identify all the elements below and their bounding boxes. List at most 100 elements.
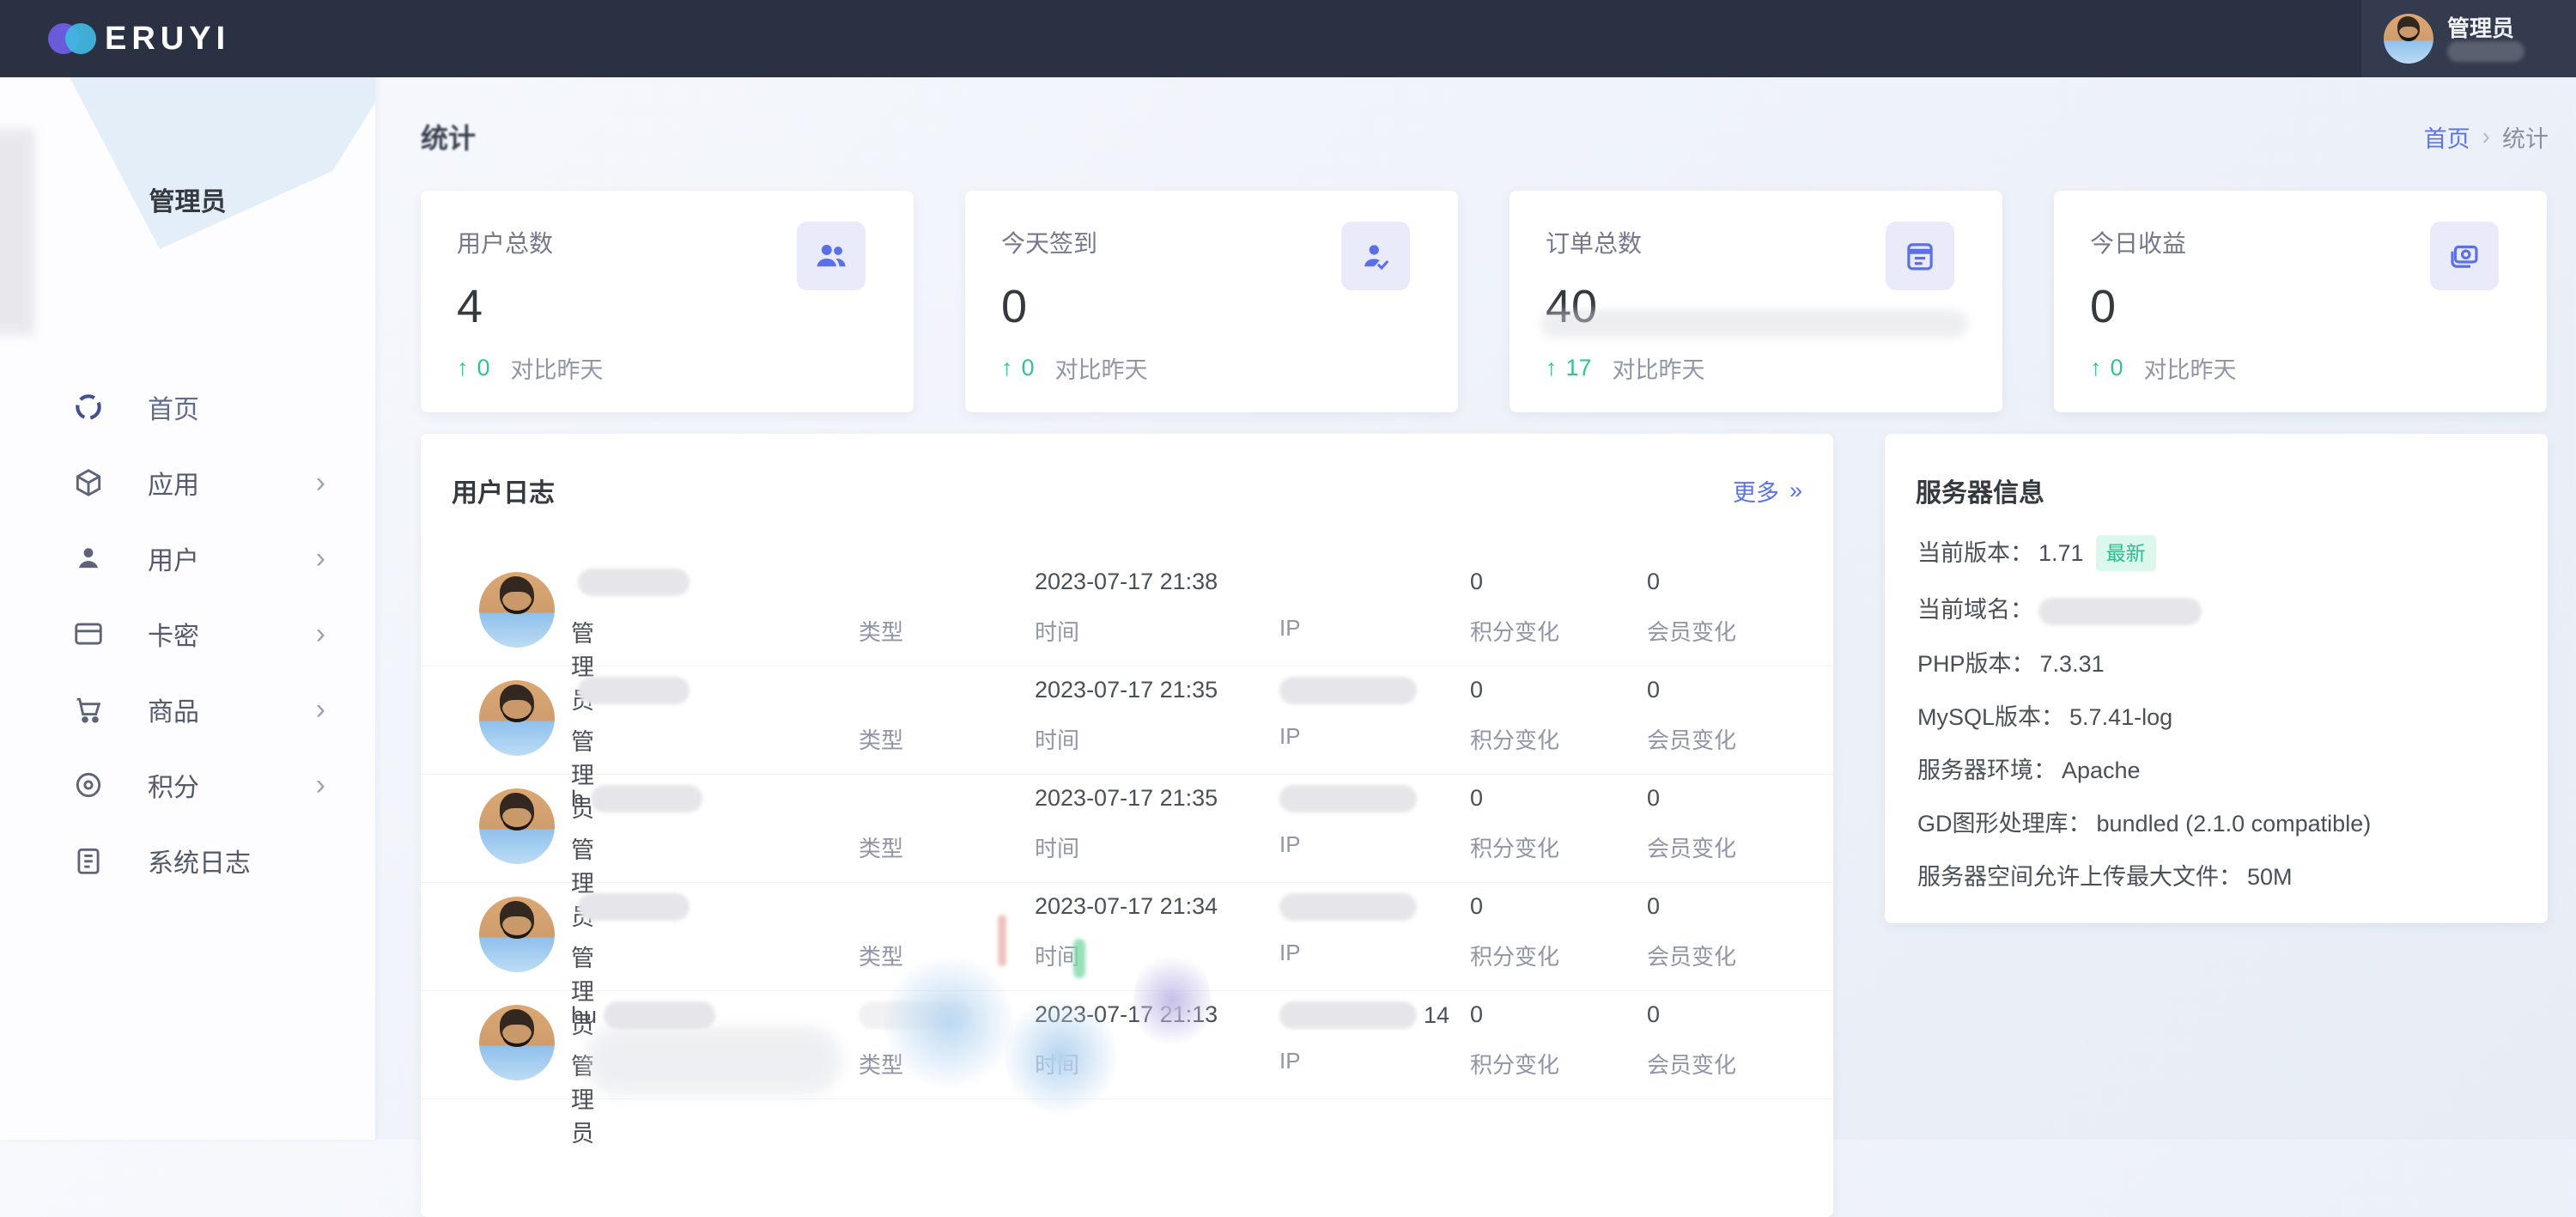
server-info-panel: 服务器信息 当前版本： 1.71 最新 当前域名： PHP版本： 7.3.31 … — [1885, 434, 2548, 923]
chevron-right-icon: › — [315, 693, 325, 726]
row-username-redacted — [571, 893, 690, 921]
ip-label: IP — [1279, 1048, 1301, 1074]
income-icon — [2430, 222, 2499, 290]
user-avatar — [2384, 14, 2433, 64]
row-role: 管理员 — [571, 1054, 594, 1147]
member-label: 会员变化 — [1647, 1052, 1737, 1078]
breadcrumb-home-link[interactable]: 首页 — [2424, 120, 2470, 154]
main-content: 统计 首页 › 统计 用户总数 4 ↑ 0 对比昨天 今天签到 0 ↑ 0 对比… — [375, 77, 2576, 1217]
chevron-right-icon: › — [315, 769, 325, 801]
row-ip-redacted — [1279, 785, 1417, 812]
points-label: 积分变化 — [1470, 944, 1560, 970]
row-points: 0 — [1470, 677, 1484, 703]
logo-circle-blue-icon — [65, 23, 96, 54]
sidebar-item-label: 商品 — [148, 698, 199, 727]
row-time: 2023-07-17 21:34 — [1035, 893, 1218, 919]
points-label: 积分变化 — [1470, 836, 1560, 861]
sidebar-item-label: 系统日志 — [148, 849, 251, 878]
sidebar-item-users[interactable]: 用户 › — [0, 520, 375, 596]
breadcrumb-current: 统计 — [2502, 125, 2549, 152]
member-label: 会员变化 — [1647, 727, 1737, 753]
sidebar-item-label: 首页 — [148, 396, 199, 424]
server-item-mysql: MySQL版本： 5.7.41-log — [1917, 703, 2173, 730]
server-item-version: 当前版本： 1.71 最新 — [1917, 535, 2517, 571]
row-username-redacted: hu — [571, 1001, 716, 1029]
user-log-panel: 用户日志 更多 » 管理员 类型 2023-07-17 21:38 时间 IP — [421, 434, 1833, 1217]
sidebar-watermark — [0, 77, 375, 361]
latest-badge: 最新 — [2095, 535, 2156, 571]
sidebar: 管理员 首页 应用 › 用户 › 卡密 › 商品 › 积分 › 系统日志 — [0, 77, 375, 1140]
time-label: 时间 — [1035, 619, 1080, 645]
member-label: 会员变化 — [1647, 944, 1737, 970]
time-label: 时间 — [1035, 944, 1080, 970]
row-points: 0 — [1470, 785, 1484, 811]
topbar-user-menu[interactable]: 管理员 — [2361, 0, 2576, 77]
log-row: hu 管理员 类型 2023-07-17 21:13 时间 14 IP 0 积分… — [421, 991, 1833, 1147]
sidebar-item-home[interactable]: 首页 — [0, 369, 375, 445]
up-arrow-icon: ↑ — [1001, 355, 1013, 380]
more-link[interactable]: 更多 » — [1733, 474, 1802, 508]
stat-compare-label: 对比昨天 — [1612, 357, 1705, 383]
row-member: 0 — [1647, 893, 1661, 919]
sidebar-item-apps[interactable]: 应用 › — [0, 445, 375, 520]
more-label: 更多 — [1732, 479, 1779, 506]
log-row: 管理员 类型 2023-07-17 21:35 时间 IP 0 积分变化 0 会… — [421, 666, 1833, 822]
stat-delta: 0 — [2110, 355, 2123, 380]
points-label: 积分变化 — [1470, 727, 1560, 753]
row-avatar — [479, 897, 555, 972]
stat-value: 0 — [2090, 281, 2117, 332]
sidebar-item-points[interactable]: 积分 › — [0, 747, 375, 823]
card-icon — [72, 618, 105, 650]
sidebar-menu: 首页 应用 › 用户 › 卡密 › 商品 › 积分 › 系统日志 — [0, 369, 375, 898]
points-label: 积分变化 — [1470, 1052, 1560, 1078]
row-username-redacted — [571, 569, 690, 596]
dashboard-icon — [72, 391, 105, 423]
sidebar-item-label: 用户 — [148, 547, 199, 575]
row-avatar — [479, 680, 555, 756]
row-time: 2023-07-17 21:35 — [1035, 785, 1218, 811]
stat-compare-label: 对比昨天 — [510, 357, 604, 383]
topbar: ERUYI 管理员 — [0, 0, 2576, 77]
server-info-list: 当前版本： 1.71 最新 当前域名： PHP版本： 7.3.31 MySQL版… — [1917, 535, 2517, 891]
sidebar-item-label: 应用 — [148, 472, 199, 500]
breadcrumb-separator-icon: › — [2482, 123, 2490, 149]
stat-delta: 0 — [477, 355, 490, 380]
ip-label: IP — [1279, 940, 1301, 965]
row-member: 0 — [1647, 785, 1661, 811]
type-label: 类型 — [859, 727, 904, 753]
stat-delta: 17 — [1565, 355, 1592, 380]
stat-card-today-checkins: 今天签到 0 ↑ 0 对比昨天 — [965, 191, 1458, 412]
stat-compare-label: 对比昨天 — [2143, 357, 2237, 383]
log-row: h 管理员 类型 2023-07-17 21:35 时间 IP 0 积分变化 — [421, 775, 1833, 930]
topbar-user-name: 管理员 — [2447, 15, 2515, 41]
stat-value: 4 — [457, 281, 483, 332]
user-log-rows: 管理员 类型 2023-07-17 21:38 时间 IP 0 积分变化 0 会… — [421, 558, 1833, 1147]
user-check-icon — [1341, 222, 1410, 290]
breadcrumb: 首页 › 统计 — [2424, 120, 2549, 154]
member-label: 会员变化 — [1647, 619, 1737, 645]
row-ip-redacted — [1279, 677, 1417, 704]
sidebar-item-cardkeys[interactable]: 卡密 › — [0, 596, 375, 672]
server-item-upload-limit: 服务器空间允许上传最大文件： 50M — [1917, 863, 2293, 890]
double-chevron-icon: » — [1789, 477, 1802, 503]
time-label: 时间 — [1035, 836, 1080, 861]
sidebar-item-products[interactable]: 商品 › — [0, 672, 375, 747]
time-label: 时间 — [1035, 1052, 1080, 1078]
sidebar-profile: 管理员 — [0, 163, 375, 218]
row-points: 0 — [1470, 1001, 1484, 1027]
stat-compare-label: 对比昨天 — [1054, 357, 1148, 383]
points-label: 积分变化 — [1470, 619, 1560, 645]
up-arrow-icon: ↑ — [1546, 355, 1558, 380]
row-ip-redacted: 14 — [1279, 1001, 1449, 1029]
row-avatar — [479, 572, 555, 648]
user-icon — [72, 542, 105, 575]
up-arrow-icon: ↑ — [2090, 355, 2102, 380]
brand-logo: ERUYI — [48, 21, 230, 58]
server-info-title: 服务器信息 — [1916, 479, 2044, 508]
sidebar-item-system-log[interactable]: 系统日志 — [0, 823, 375, 898]
time-label: 时间 — [1035, 727, 1080, 753]
users-icon — [797, 222, 866, 290]
row-points: 0 — [1470, 893, 1484, 919]
row-time: 2023-07-17 21:35 — [1035, 677, 1218, 703]
ip-label: IP — [1279, 831, 1301, 857]
